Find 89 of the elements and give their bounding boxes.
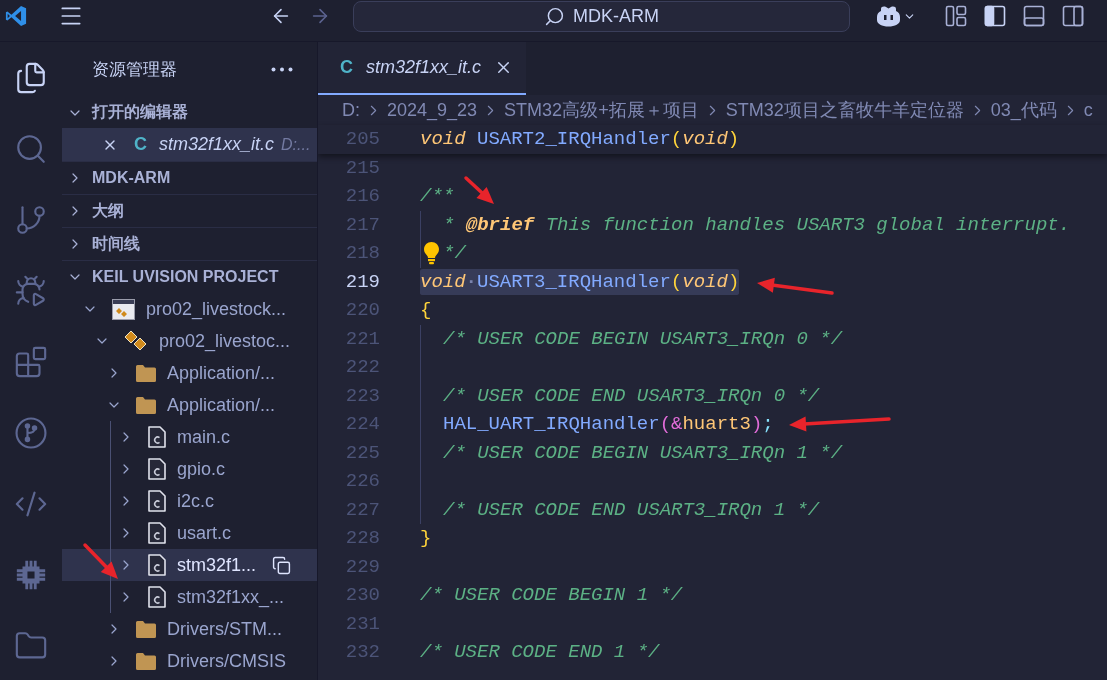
line-number: 229 — [344, 555, 380, 578]
line-number: 219 — [344, 270, 380, 293]
line-number: 231 — [344, 612, 380, 635]
more-icon[interactable] — [271, 67, 293, 72]
section-header[interactable]: 大纲 — [62, 194, 317, 227]
breadcrumb-item[interactable]: STM32高级+拓展＋项目 — [504, 98, 699, 122]
line-number: 227 — [344, 498, 380, 521]
tree-item[interactable]: stm32f1... — [62, 549, 317, 581]
tree-item[interactable]: stm32f1xx_... — [62, 581, 317, 613]
c-file-icon — [148, 426, 166, 448]
line-number: 228 — [344, 527, 380, 550]
goggles-face-icon[interactable] — [876, 5, 901, 27]
line-number: 225 — [344, 441, 380, 464]
c-file-icon — [148, 522, 166, 544]
section-header[interactable]: 时间线 — [62, 227, 317, 260]
code-line: /* USER CODE BEGIN 1 */ — [420, 583, 683, 608]
c-file-icon — [148, 458, 166, 480]
breadcrumb-item[interactable]: D: — [342, 99, 360, 121]
panel-bottom-icon[interactable] — [1023, 5, 1045, 27]
copy-icon[interactable] — [272, 555, 292, 575]
tree-item[interactable]: gpio.c — [62, 453, 317, 485]
folder-icon — [136, 364, 156, 382]
line-number: 221 — [344, 327, 380, 350]
breadcrumb-item[interactable]: STM32项目之畜牧牛羊定位器 — [725, 98, 964, 122]
lightbulb-icon[interactable] — [423, 241, 440, 266]
annotation-arrow — [83, 543, 118, 579]
line-number: 232 — [344, 641, 380, 664]
line-number: 224 — [344, 413, 380, 436]
line-number: 230 — [344, 584, 380, 607]
tree-item[interactable]: main.c — [62, 421, 317, 453]
code-line: * @brief This function handles USART3 global interrupt. — [420, 210, 1071, 239]
sidebar-left-icon[interactable] — [984, 5, 1006, 27]
editor-tab[interactable]: C stm32f1xx_it.c — [318, 42, 527, 95]
line-number: 205 — [344, 128, 380, 151]
c-file-icon — [148, 586, 166, 608]
code-line: /* USER CODE BEGIN USART3_IRQn 1 */ — [420, 438, 843, 467]
files-icon[interactable] — [14, 60, 48, 95]
code-line: } — [420, 526, 432, 551]
tree-item[interactable]: usart.c — [62, 517, 317, 549]
line-number: 216 — [344, 185, 380, 208]
project-window-icon — [112, 298, 135, 320]
file-type-icon: C — [340, 57, 353, 78]
tree-item[interactable]: Application/... — [62, 389, 317, 421]
tree-item[interactable]: Drivers/CMSIS — [62, 645, 317, 677]
open-editor-item[interactable]: C stm32f1xx_it.c D:... — [62, 128, 317, 161]
breadcrumb-item[interactable]: c — [1083, 99, 1093, 121]
code-line: void USART2_IRQHandler(void) — [420, 127, 740, 152]
sidebar-title: 资源管理器 — [92, 59, 177, 81]
c-file-icon — [148, 490, 166, 512]
sidebar-right-icon[interactable] — [1062, 5, 1084, 27]
tree-item[interactable]: i2c.c — [62, 485, 317, 517]
section-header[interactable]: 打开的编辑器 — [62, 97, 317, 128]
folder-icon — [136, 620, 156, 638]
folder-icon — [136, 652, 156, 670]
line-number: 218 — [344, 242, 380, 265]
line-number: 223 — [344, 384, 380, 407]
code-line: /* USER CODE END USART3_IRQn 0 */ — [420, 381, 820, 410]
logo-icon — [5, 5, 27, 27]
line-number: 226 — [344, 470, 380, 493]
branch-circle-icon[interactable] — [14, 415, 48, 450]
search-icon — [544, 6, 565, 27]
command-center[interactable]: MDK-ARM — [353, 1, 850, 32]
tree-item[interactable]: Drivers/STM... — [62, 613, 317, 645]
line-number: 217 — [344, 213, 380, 236]
diamond-arrows-icon — [124, 330, 148, 352]
code-line: { — [420, 298, 432, 323]
breadcrumb-item[interactable]: 2024_9_23 — [387, 99, 478, 121]
folder-icon — [136, 396, 156, 414]
tree-item[interactable]: Application/... — [62, 357, 317, 389]
section-header[interactable]: KEIL UVISION PROJECT — [62, 260, 317, 293]
line-number: 222 — [344, 356, 380, 379]
section-header[interactable]: MDK-ARM — [62, 161, 317, 194]
line-number: 220 — [344, 299, 380, 322]
code-line: /* USER CODE BEGIN USART3_IRQn 0 */ — [420, 324, 843, 353]
code-line: /** — [420, 184, 455, 209]
layout-grid-icon[interactable] — [945, 5, 967, 27]
blocks-icon[interactable] — [14, 344, 48, 379]
code-line: HAL_UART_IRQHandler(&huart3); — [420, 410, 774, 439]
code-line: /* USER CODE END USART3_IRQn 1 */ — [420, 495, 820, 524]
tree-item[interactable]: pro02_livestock... — [62, 293, 317, 325]
breadcrumb-item[interactable]: 03_代码 — [990, 98, 1057, 122]
file-path: D:... — [281, 135, 311, 154]
file-type-icon: C — [134, 134, 147, 155]
tree-item[interactable]: pro02_livestoc... — [62, 325, 317, 357]
code-line: /* USER CODE END 1 */ — [420, 640, 660, 665]
annotation-arrow — [464, 176, 494, 204]
c-file-icon — [148, 554, 166, 576]
bug-play-icon[interactable] — [14, 273, 48, 308]
line-number: 215 — [344, 156, 380, 179]
